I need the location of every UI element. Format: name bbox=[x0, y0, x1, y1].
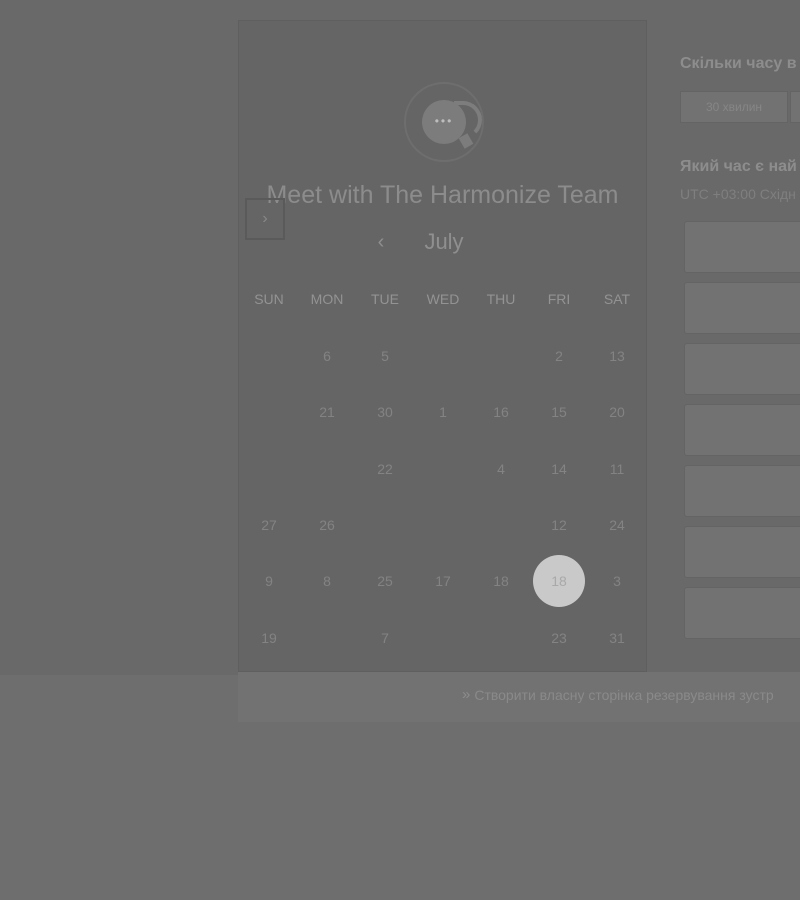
time-question: Який час є най bbox=[680, 158, 797, 175]
duration-question: Скільки часу в bbox=[680, 55, 797, 72]
calendar-day[interactable]: 25 bbox=[359, 555, 411, 607]
calendar-day[interactable]: 5 bbox=[359, 330, 411, 382]
weekday-sat: SAT bbox=[603, 291, 631, 307]
calendar-day[interactable]: 15 bbox=[533, 386, 585, 438]
calendar-day[interactable]: 11 bbox=[591, 443, 643, 495]
duration-option-30[interactable]: 30 хвилин bbox=[680, 91, 788, 123]
calendar-day[interactable]: 14 bbox=[533, 443, 585, 495]
create-booking-page-link[interactable]: » Створити власну сторінка резервування … bbox=[462, 686, 774, 703]
arrow-icon: » bbox=[462, 686, 471, 703]
time-slot[interactable] bbox=[684, 587, 800, 639]
duration-option-next[interactable] bbox=[790, 91, 800, 123]
calendar-day[interactable]: 20 bbox=[591, 386, 643, 438]
month-label: July bbox=[424, 229, 464, 254]
ellipsis-icon: ••• bbox=[434, 114, 454, 128]
next-month-button[interactable]: › bbox=[245, 198, 285, 240]
time-slot[interactable] bbox=[684, 343, 800, 395]
weekday-header: SUN MON TUE WED THU FRI SAT bbox=[239, 291, 646, 311]
weekday-thu: THU bbox=[486, 291, 516, 307]
calendar-day[interactable]: 27 bbox=[243, 499, 295, 551]
calendar-day[interactable]: 16 bbox=[475, 386, 527, 438]
calendar-day[interactable]: 31 bbox=[591, 612, 643, 664]
weekday-fri: FRI bbox=[547, 291, 571, 307]
time-slot[interactable] bbox=[684, 526, 800, 578]
weekday-wed: WED bbox=[426, 291, 460, 307]
calendar-day[interactable]: 2 bbox=[533, 330, 585, 382]
calendar-day[interactable]: 24 bbox=[591, 499, 643, 551]
month-nav: ‹ July bbox=[239, 221, 646, 265]
weekday-mon: MON bbox=[310, 291, 344, 307]
calendar-day[interactable]: 3 bbox=[591, 555, 643, 607]
footer-link-text: Створити власну сторінка резервування зу… bbox=[474, 686, 774, 703]
calendar-day[interactable]: 13 bbox=[591, 330, 643, 382]
calendar-day[interactable]: 6 bbox=[301, 330, 353, 382]
time-slot[interactable] bbox=[684, 465, 800, 517]
booking-page: ••• Meet with The Harmonize Team ‹ July … bbox=[0, 0, 800, 900]
weekday-sun: SUN bbox=[254, 291, 284, 307]
calendar-day[interactable]: 4 bbox=[475, 443, 527, 495]
calendar-day[interactable]: 23 bbox=[533, 612, 585, 664]
timezone-label[interactable]: UTC +03:00 Східн bbox=[680, 186, 796, 202]
selected-day[interactable]: 18 bbox=[533, 555, 585, 607]
calendar-day[interactable]: 12 bbox=[533, 499, 585, 551]
time-slot[interactable] bbox=[684, 221, 800, 273]
previous-month-button[interactable]: ‹ bbox=[369, 231, 393, 255]
calendar-day[interactable]: 1 bbox=[417, 386, 469, 438]
calendar-day[interactable]: 7 bbox=[359, 612, 411, 664]
calendar-day[interactable]: 30 bbox=[359, 386, 411, 438]
calendar-day[interactable]: 21 bbox=[301, 386, 353, 438]
scheduler-panel: ••• Meet with The Harmonize Team ‹ July … bbox=[238, 20, 647, 672]
calendar-day[interactable]: 9 bbox=[243, 555, 295, 607]
calendar-day[interactable]: 26 bbox=[301, 499, 353, 551]
weekday-tue: TUE bbox=[371, 291, 399, 307]
calendar-day[interactable]: 18 bbox=[475, 555, 527, 607]
calendar-day[interactable]: 8 bbox=[301, 555, 353, 607]
time-slot[interactable] bbox=[684, 404, 800, 456]
calendar-day[interactable]: 22 bbox=[359, 443, 411, 495]
calendar-day[interactable]: 17 bbox=[417, 555, 469, 607]
calendar-day[interactable]: 19 bbox=[243, 612, 295, 664]
time-slot[interactable] bbox=[684, 282, 800, 334]
page-title: Meet with The Harmonize Team bbox=[266, 181, 619, 209]
